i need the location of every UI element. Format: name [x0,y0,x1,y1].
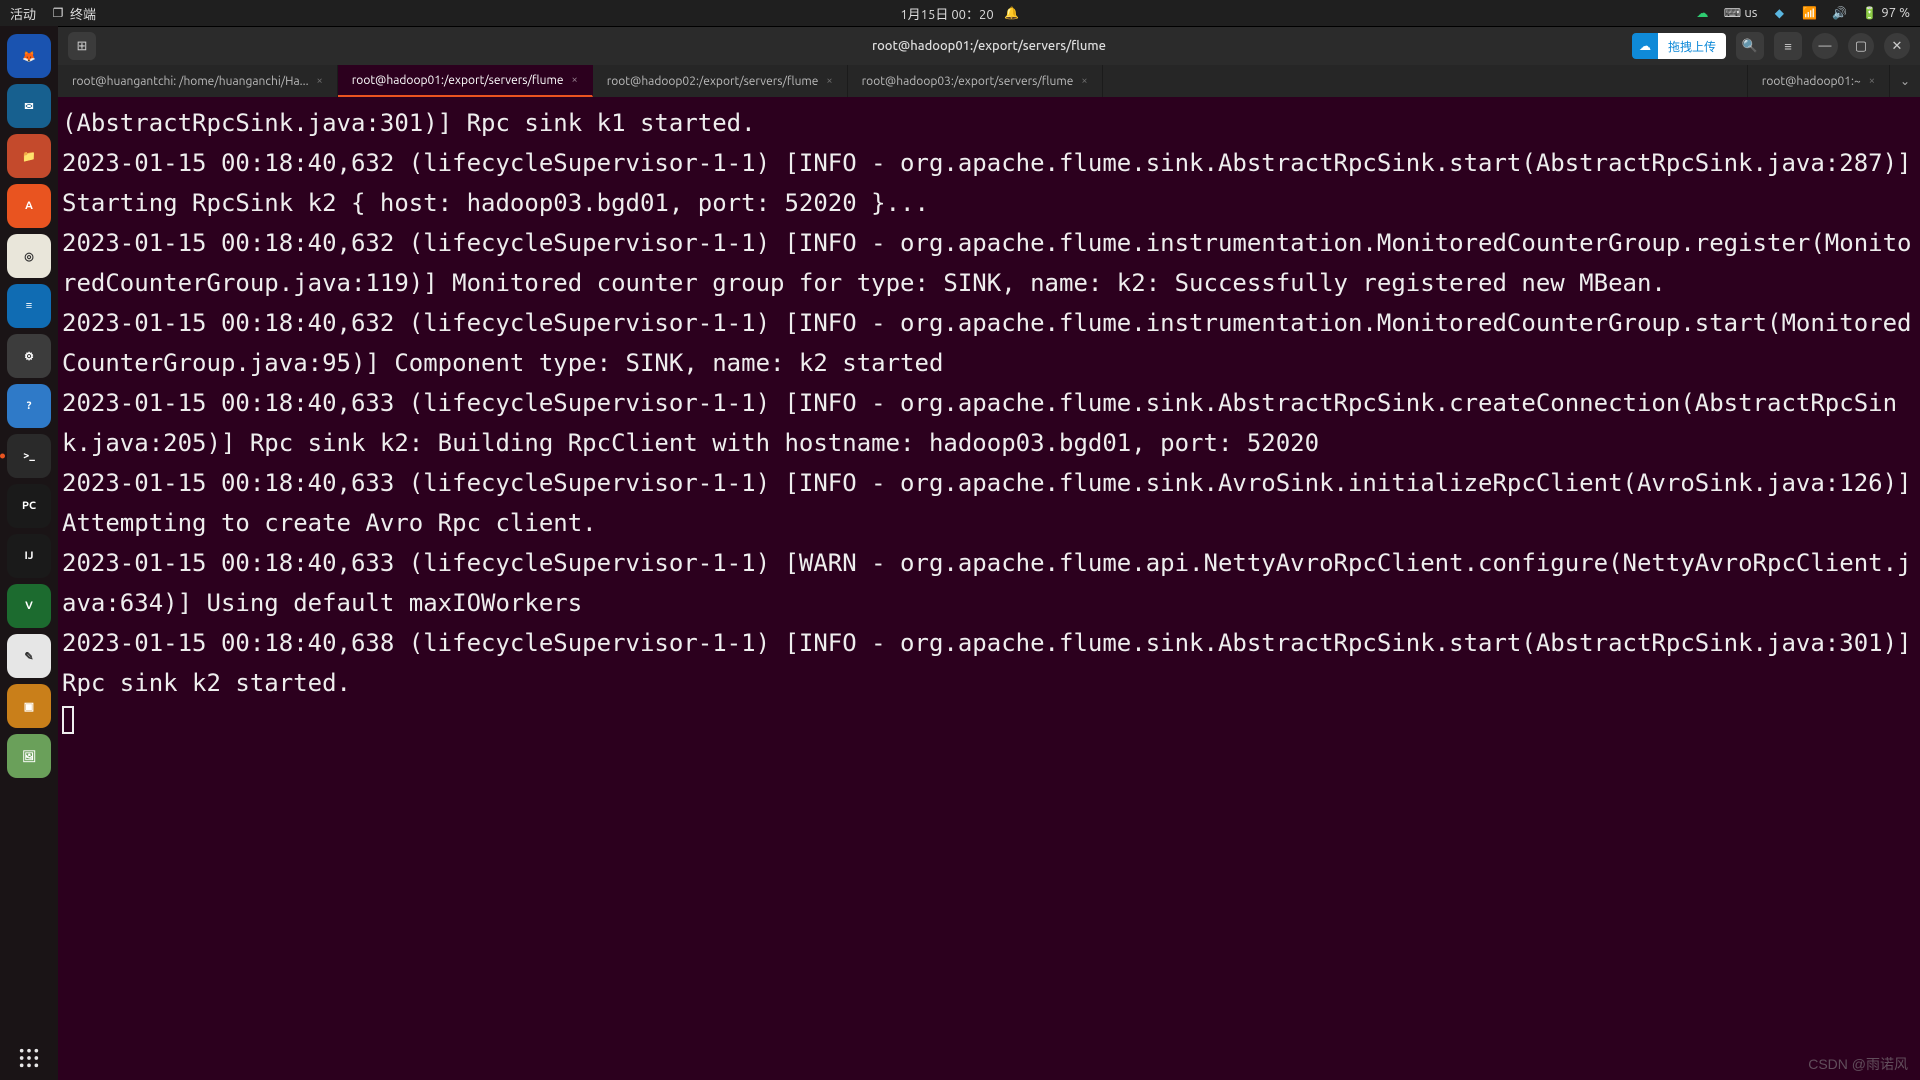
wifi-icon[interactable]: 📶 [1801,5,1817,21]
dock-app-image[interactable]: 🖼 [7,734,51,778]
terminal-tab[interactable]: root@hadoop01:/export/servers/flume × [338,65,593,97]
close-button[interactable]: ✕ [1884,33,1910,59]
tab-label: root@huangantchi: /home/huanganchi/Ha... [72,75,309,88]
input-method-indicator[interactable]: ⌨ us [1724,5,1757,21]
tab-dropdown-button[interactable]: ⌄ [1890,65,1920,97]
new-tab-button[interactable]: ⊞ [68,32,96,60]
tab-close-icon[interactable]: × [571,74,577,86]
keyboard-icon: ⌨ [1724,5,1740,21]
upload-label: 拖拽上传 [1658,33,1726,59]
focused-app-menu[interactable]: ❐ 终端 [50,4,96,23]
dock-app-thunderbird[interactable]: ✉ [7,84,51,128]
dock-active-indicator [0,454,5,459]
dock-app-writer[interactable]: ≡ [7,284,51,328]
tab-label: root@hadoop03:/export/servers/flume [862,75,1074,88]
activities-button[interactable]: 活动 [10,4,36,23]
terminal-cursor [62,706,74,734]
dock-app-rhythmbox[interactable]: ◎ [7,234,51,278]
show-applications-button[interactable] [7,1036,51,1080]
maximize-button[interactable]: ▢ [1848,33,1874,59]
dock-app-terminal[interactable]: >_ [7,434,51,478]
dock-app-software[interactable]: A [7,184,51,228]
tab-label: root@hadoop01:/export/servers/flume [352,74,564,87]
window-title: root@hadoop01:/export/servers/flume [872,39,1106,53]
terminal-tab[interactable]: root@huangantchi: /home/huanganchi/Ha...… [58,65,338,97]
window-titlebar: ⊞ root@hadoop01:/export/servers/flume ☁ … [58,27,1920,65]
terminal-window: ⊞ root@hadoop01:/export/servers/flume ☁ … [58,26,1920,1080]
tab-close-icon[interactable]: × [317,75,323,87]
tab-label: root@hadoop01:~ [1762,75,1861,88]
dock-app-firefox[interactable]: 🦊 [7,34,51,78]
dock-app-vim[interactable]: V [7,584,51,628]
terminal-indicator-icon: ❐ [50,5,66,21]
terminal-tab[interactable]: root@hadoop01:~ × [1747,65,1890,97]
tab-label: root@hadoop02:/export/servers/flume [607,75,819,88]
panel-center: 1月15日 00：20 🔔 [900,4,1019,23]
terminal-tabbar: root@huangantchi: /home/huanganchi/Ha...… [58,65,1920,97]
cloud-upload-icon: ☁ [1637,38,1653,54]
dock-app-intellij[interactable]: IJ [7,534,51,578]
battery-indicator[interactable]: 🔋 97 % [1861,5,1910,21]
watermark: CSDN @雨诺风 [1808,1054,1908,1074]
tab-close-icon[interactable]: × [1869,75,1875,87]
gnome-top-panel: 活动 ❐ 终端 1月15日 00：20 🔔 ☁ ⌨ us ◆ 📶 🔊 🔋 97 … [0,0,1920,26]
dock-app-help[interactable]: ? [7,384,51,428]
upload-widget[interactable]: ☁ 拖拽上传 [1632,33,1726,59]
terminal-tab[interactable]: root@hadoop02:/export/servers/flume × [593,65,848,97]
battery-label: 97 % [1881,6,1910,20]
apps-grid-icon [18,1047,40,1069]
hamburger-menu-button[interactable]: ≡ [1774,32,1802,60]
dock-app-files[interactable]: 📁 [7,134,51,178]
input-method-label: us [1744,6,1757,20]
minimize-button[interactable]: — [1812,33,1838,59]
tray-app-icon[interactable]: ◆ [1771,5,1787,21]
search-button[interactable]: 🔍 [1736,32,1764,60]
dock-app-settings[interactable]: ⚙ [7,334,51,378]
focused-app-label: 终端 [70,4,96,23]
dock-app-virtualbox[interactable]: ▣ [7,684,51,728]
volume-icon[interactable]: 🔊 [1831,5,1847,21]
tray-cloud-icon[interactable]: ☁ [1694,5,1710,21]
terminal-tab[interactable]: root@hadoop03:/export/servers/flume × [848,65,1103,97]
terminal-output[interactable]: (AbstractRpcSink.java:301)] Rpc sink k1 … [58,97,1920,1080]
tab-close-icon[interactable]: × [1081,75,1087,87]
notification-bell-icon[interactable]: 🔔 [1004,5,1020,21]
ubuntu-dock: 🦊 ✉ 📁 A ◎ ≡ ⚙? >_ PC IJ V ✎ ▣ 🖼 [0,26,58,1080]
battery-icon: 🔋 [1861,5,1877,21]
dock-app-pycharm[interactable]: PC [7,484,51,528]
tab-close-icon[interactable]: × [826,75,832,87]
clock[interactable]: 1月15日 00：20 [900,4,993,23]
dock-app-gedit[interactable]: ✎ [7,634,51,678]
